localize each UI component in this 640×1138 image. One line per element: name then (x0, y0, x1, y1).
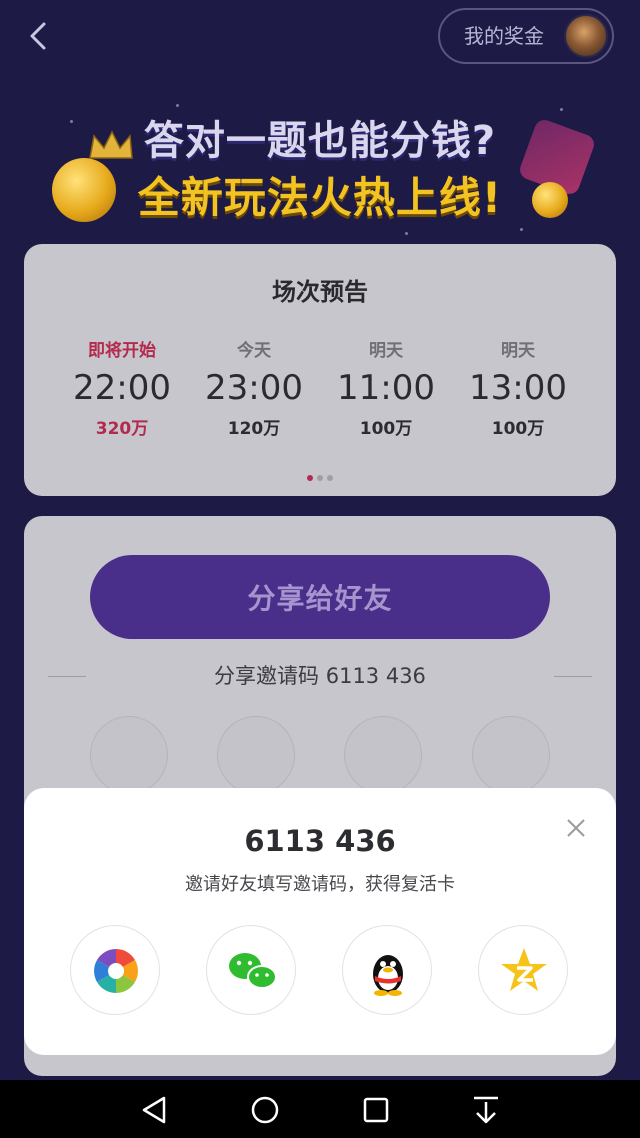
moments-share-button[interactable] (70, 925, 160, 1015)
slot-day: 今天 (237, 341, 271, 361)
qq-share-button[interactable] (342, 925, 432, 1015)
qzone-share-button[interactable] (478, 925, 568, 1015)
system-home-button[interactable] (247, 1092, 283, 1128)
slot-day: 明天 (369, 341, 403, 361)
slot-day: 明天 (501, 341, 535, 361)
divider (554, 676, 592, 677)
invite-code: 6113 436 (244, 824, 396, 858)
schedule-slot[interactable]: 即将开始 22:00 320万 (56, 336, 188, 439)
avatar[interactable] (564, 14, 608, 58)
recents-square-icon (363, 1097, 389, 1123)
schedule-slot[interactable]: 明天 13:00 100万 (452, 336, 584, 439)
share-to-friends-button[interactable]: 分享给好友 (90, 555, 550, 639)
slot-time: 22:00 (73, 368, 171, 408)
qq-penguin-icon (373, 955, 403, 996)
qzone-share-button[interactable] (472, 716, 550, 794)
invite-instructions: 邀请好友填写邀请码，获得复活卡 (185, 874, 455, 895)
wechat-icon (229, 953, 277, 989)
slot-time: 23:00 (205, 368, 303, 408)
schedule-title: 场次预告 (272, 278, 368, 306)
qzone-star-icon (501, 948, 547, 991)
my-bonus-button[interactable]: 我的奖金 (438, 8, 614, 64)
system-back-button[interactable] (136, 1092, 172, 1128)
slot-prize: 100万 (491, 419, 545, 439)
slot-prize: 100万 (359, 419, 413, 439)
slot-day: 即将开始 (88, 341, 156, 361)
invite-code-row: 分享邀请码 6113 436 (48, 660, 592, 692)
page-dot (307, 475, 313, 481)
schedule-slot[interactable]: 今天 23:00 120万 (188, 336, 320, 439)
wechat-share-button[interactable] (206, 925, 296, 1015)
banner-headline: 答对一题也能分钱? (143, 118, 497, 164)
back-button[interactable] (18, 14, 62, 58)
close-button[interactable] (564, 816, 588, 840)
slot-time: 11:00 (337, 368, 435, 408)
page-dot (327, 475, 333, 481)
slot-prize: 120万 (227, 419, 281, 439)
qq-share-button[interactable] (344, 716, 422, 794)
close-icon (567, 819, 585, 837)
system-navigation-bar (0, 1080, 640, 1138)
home-circle-icon (251, 1096, 279, 1124)
slot-time: 13:00 (469, 368, 567, 408)
page-indicator (24, 466, 616, 485)
promo-banner: 答对一题也能分钱? 全新玩法火热上线! (40, 92, 600, 242)
invite-code-text: 分享邀请码 6113 436 (214, 664, 426, 688)
my-bonus-label: 我的奖金 (464, 24, 544, 48)
schedule-card: 场次预告 即将开始 22:00 320万 今天 23:00 120万 明天 11… (24, 244, 616, 496)
camera-shutter-icon (94, 949, 138, 993)
schedule-slot[interactable]: 明天 11:00 100万 (320, 336, 452, 439)
invite-code-dialog: 6113 436 邀请好友填写邀请码，获得复活卡 (24, 788, 616, 1055)
wechat-share-button[interactable] (217, 716, 295, 794)
slot-prize: 320万 (95, 419, 149, 439)
system-recents-button[interactable] (358, 1092, 394, 1128)
banner-subheadline: 全新玩法火热上线! (137, 173, 503, 222)
chevron-left-icon (30, 22, 46, 50)
page-dot (317, 475, 323, 481)
moments-share-button[interactable] (90, 716, 168, 794)
divider (48, 676, 86, 677)
notification-pull-icon (474, 1096, 498, 1124)
back-triangle-icon (142, 1096, 166, 1124)
system-notification-button[interactable] (468, 1092, 504, 1128)
